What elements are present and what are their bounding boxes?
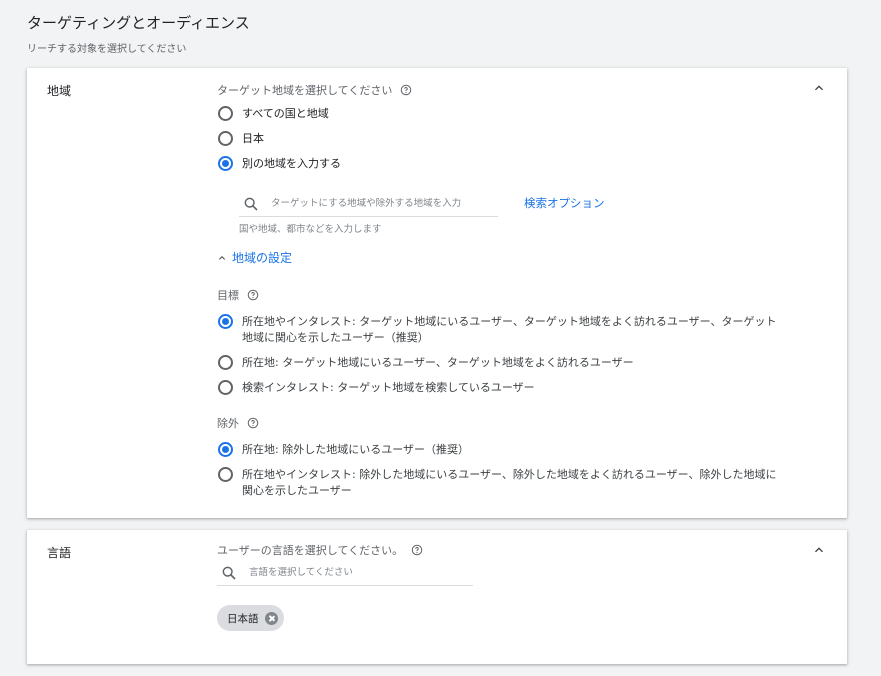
- radio-button[interactable]: [218, 106, 233, 121]
- page-title: ターゲティングとオーディエンス: [27, 14, 250, 32]
- geo-settings-label: 地域の設定: [232, 251, 293, 265]
- language-chip-label: 日本語: [227, 612, 259, 625]
- language-chip[interactable]: 日本語: [217, 605, 284, 631]
- target-section-label: 目標: [217, 287, 259, 303]
- language-prompt: ユーザーの言語を選択してください。: [217, 542, 423, 558]
- help-circle-icon[interactable]: [247, 417, 259, 429]
- language-card-label: 言語: [47, 546, 72, 560]
- help-circle-icon[interactable]: [247, 289, 259, 301]
- language-search-field[interactable]: [217, 560, 473, 586]
- geo-card-label: 地域: [47, 84, 72, 98]
- geo-prompt-text: ターゲット地域を選択してください: [217, 84, 393, 97]
- exclude-option-label: 所在地: 除外した地域にいるユーザー（推奨）: [242, 443, 469, 456]
- option-line: 所在地やインタレスト: 除外した地域にいるユーザー、除外した地域をよく訪れるユー…: [242, 468, 777, 481]
- target-option-label: 所在地やインタレスト: ターゲット地域にいるユーザー、ターゲット地域をよく訪れる…: [242, 314, 777, 346]
- geo-settings-toggle[interactable]: 地域の設定: [216, 249, 292, 266]
- radio-button[interactable]: [218, 131, 233, 146]
- radio-button-selected[interactable]: [218, 314, 233, 329]
- option-line: 所在地やインタレスト: ターゲット地域にいるユーザー、ターゲット地域をよく訪れる…: [242, 315, 777, 328]
- option-line: 関心を示したユーザー: [242, 484, 352, 497]
- exclude-section-label: 除外: [217, 415, 259, 431]
- page-subtitle: リーチする対象を選択してください: [27, 44, 187, 55]
- chevron-up-icon: [219, 255, 225, 260]
- target-option-label: 検索インタレスト: ターゲット地域を検索しているユーザー: [242, 381, 535, 394]
- option-line: 地域に関心を示したユーザー（推奨）: [242, 331, 429, 344]
- radio-button-selected[interactable]: [218, 442, 233, 457]
- radio-button[interactable]: [218, 355, 233, 370]
- search-icon: [243, 196, 259, 212]
- language-card: 言語 ユーザーの言語を選択してください。 日本語: [27, 530, 847, 664]
- geo-option-all[interactable]: すべての国と地域: [218, 106, 329, 122]
- geo-collapse-button[interactable]: [811, 80, 827, 96]
- exclude-option-label: 所在地やインタレスト: 除外した地域にいるユーザー、除外した地域をよく訪れるユー…: [242, 467, 777, 499]
- search-options-link[interactable]: 検索オプション: [524, 195, 605, 211]
- target-option-presence[interactable]: 所在地: ターゲット地域にいるユーザー、ターゲット地域をよく訪れるユーザー: [218, 355, 634, 371]
- language-collapse-button[interactable]: [811, 542, 827, 558]
- target-option-label: 所在地: ターゲット地域にいるユーザー、ターゲット地域をよく訪れるユーザー: [242, 356, 634, 369]
- close-circle-icon[interactable]: [264, 611, 278, 625]
- geo-option-custom[interactable]: 別の地域を入力する: [218, 156, 341, 172]
- search-icon: [221, 565, 237, 581]
- geo-option-label: すべての国と地域: [242, 107, 329, 120]
- target-label-text: 目標: [217, 289, 239, 302]
- radio-button[interactable]: [218, 380, 233, 395]
- target-option-search-interest[interactable]: 検索インタレスト: ターゲット地域を検索しているユーザー: [218, 380, 535, 396]
- exclude-option-presence[interactable]: 所在地: 除外した地域にいるユーザー（推奨）: [218, 442, 469, 458]
- exclude-label-text: 除外: [217, 417, 239, 430]
- geo-prompt: ターゲット地域を選択してください: [217, 82, 412, 98]
- help-circle-icon[interactable]: [411, 544, 423, 556]
- geo-search-input[interactable]: [271, 198, 491, 209]
- radio-button-selected[interactable]: [218, 156, 233, 171]
- radio-button[interactable]: [218, 467, 233, 482]
- chevron-up-icon: [815, 547, 823, 553]
- language-search-input[interactable]: [249, 567, 469, 578]
- exclude-option-presence-interest[interactable]: 所在地やインタレスト: 除外した地域にいるユーザー、除外した地域をよく訪れるユー…: [218, 467, 777, 499]
- geo-card: 地域 ターゲット地域を選択してください すべての国と地域 日本 別の地域を入力す…: [27, 68, 847, 518]
- target-option-presence-interest[interactable]: 所在地やインタレスト: ターゲット地域にいるユーザー、ターゲット地域をよく訪れる…: [218, 314, 777, 346]
- help-circle-icon[interactable]: [400, 84, 412, 96]
- geo-option-label: 日本: [242, 132, 264, 145]
- chevron-up-icon: [815, 85, 823, 91]
- geo-option-label: 別の地域を入力する: [242, 157, 341, 170]
- geo-option-japan[interactable]: 日本: [218, 131, 264, 147]
- language-prompt-text: ユーザーの言語を選択してください。: [217, 544, 404, 557]
- geo-search-helper: 国や地域、都市などを入力します: [239, 224, 382, 235]
- geo-search-field[interactable]: [239, 191, 498, 217]
